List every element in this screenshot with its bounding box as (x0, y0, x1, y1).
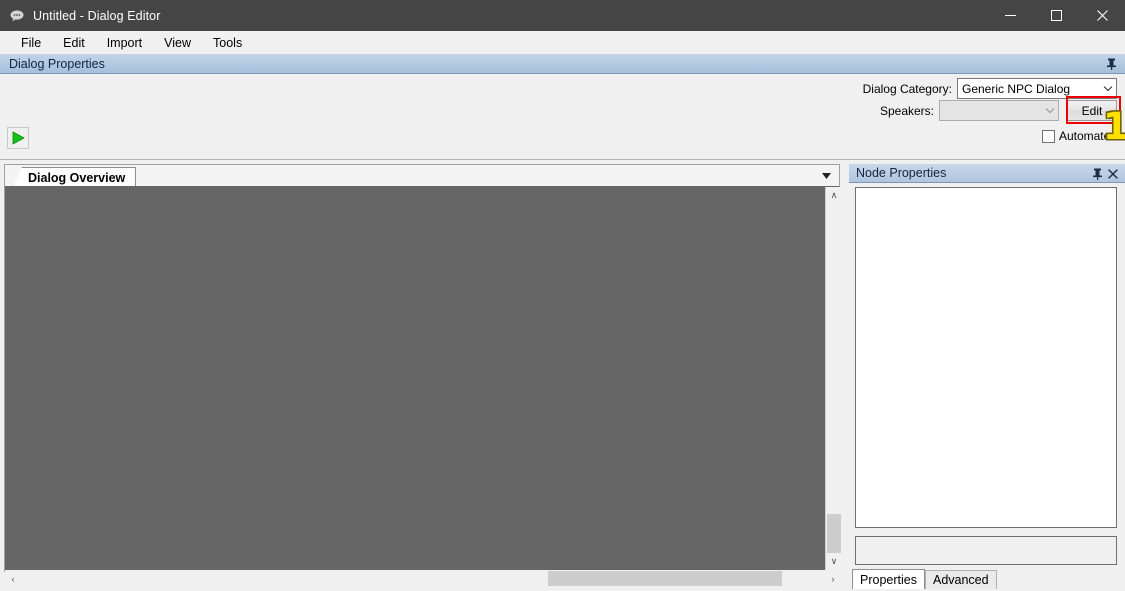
scroll-up-icon[interactable]: ∧ (826, 187, 842, 204)
checkbox-box-icon (1041, 129, 1055, 143)
dialog-properties-title: Dialog Properties (9, 56, 105, 71)
dialog-properties-header: Dialog Properties (0, 54, 1125, 74)
dialog-category-value: Generic NPC Dialog (962, 81, 1071, 96)
pin-icon[interactable] (1089, 165, 1105, 182)
menu-item-view[interactable]: View (153, 33, 202, 53)
menu-item-tools[interactable]: Tools (202, 33, 253, 53)
automated-row: Automated (1041, 129, 1117, 143)
chevron-down-icon (1041, 107, 1058, 114)
minimize-button[interactable] (987, 0, 1033, 31)
pin-icon[interactable] (1104, 56, 1118, 71)
menu-item-edit[interactable]: Edit (52, 33, 96, 53)
dialog-canvas[interactable] (5, 187, 823, 570)
automated-label: Automated (1058, 129, 1117, 143)
dialog-category-label: Dialog Category: (862, 81, 952, 96)
edit-speakers-button[interactable]: Edit (1067, 100, 1117, 121)
tab-list-dropdown-icon[interactable] (819, 169, 833, 183)
scroll-right-icon[interactable]: › (825, 570, 841, 587)
tab-properties[interactable]: Properties (852, 569, 925, 589)
speakers-select[interactable] (939, 100, 1059, 121)
scroll-left-icon[interactable]: ‹ (5, 570, 21, 587)
scroll-down-icon[interactable]: ∨ (826, 553, 842, 570)
node-properties-header: Node Properties (849, 164, 1125, 183)
speakers-row: Speakers: Edit (880, 100, 1117, 121)
canvas-vertical-scrollbar[interactable]: ∧ ∨ (825, 187, 841, 570)
menu-bar: File Edit Import View Tools (0, 31, 1125, 54)
node-properties-description-field[interactable] (855, 536, 1117, 565)
play-button[interactable] (7, 127, 29, 149)
speakers-label: Speakers: (879, 103, 934, 118)
vertical-scroll-thumb[interactable] (827, 514, 841, 553)
node-properties-title: Node Properties (856, 166, 947, 180)
dialog-category-select[interactable]: Generic NPC Dialog (957, 78, 1117, 99)
speech-bubble-icon (8, 7, 26, 25)
menu-item-import[interactable]: Import (96, 33, 153, 53)
canvas-horizontal-scrollbar[interactable]: ‹ › (5, 570, 841, 587)
close-button[interactable] (1079, 0, 1125, 31)
node-properties-tabs: Properties Advanced (852, 569, 1122, 589)
node-properties-content[interactable] (855, 187, 1117, 528)
menu-item-file[interactable]: File (10, 33, 52, 53)
node-properties-header-icons (1089, 164, 1121, 183)
maximize-button[interactable] (1033, 0, 1079, 31)
close-icon[interactable] (1105, 165, 1121, 182)
window-title: Untitled - Dialog Editor (33, 8, 161, 23)
tab-dialog-overview[interactable]: Dialog Overview (13, 167, 137, 187)
chevron-down-icon (1099, 85, 1116, 92)
tab-advanced[interactable]: Advanced (924, 570, 997, 589)
title-bar: Untitled - Dialog Editor (0, 0, 1125, 31)
automated-checkbox[interactable]: Automated (1041, 129, 1117, 143)
horizontal-scroll-thumb[interactable] (548, 571, 782, 586)
main-tab-strip: Dialog Overview (4, 164, 840, 187)
dialog-category-row: Dialog Category: Generic NPC Dialog (863, 78, 1117, 99)
window-controls (987, 0, 1125, 31)
application-window: Untitled - Dialog Editor File Edit Impor… (0, 0, 1125, 591)
